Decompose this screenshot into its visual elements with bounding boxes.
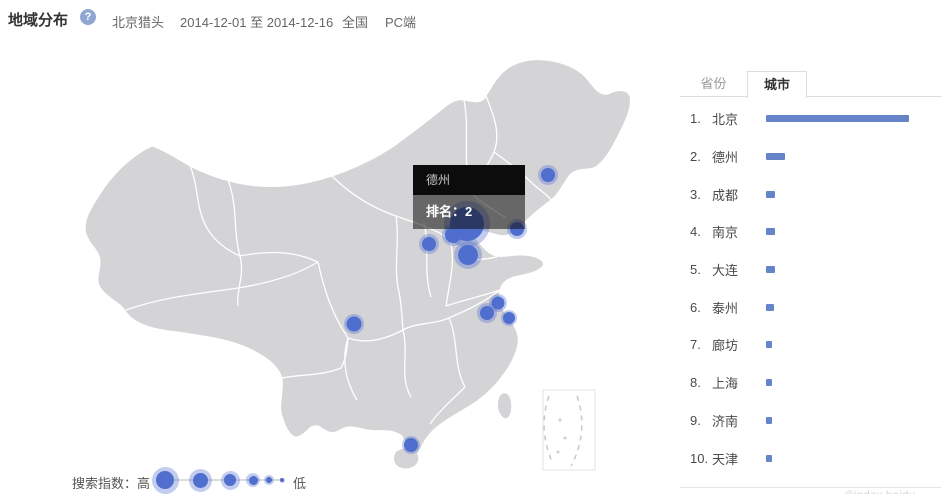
legend-circle-core <box>249 476 258 485</box>
watermark: ©index.baidu <box>845 488 915 494</box>
ranking-bar <box>766 228 775 235</box>
tooltip-rank: 排名：2 <box>413 195 525 229</box>
legend-circle-core <box>156 471 174 489</box>
ranking-rank: 3. <box>690 187 712 202</box>
map-bubble[interactable] <box>541 168 555 182</box>
ranking-bar <box>766 341 772 348</box>
ranking-rank: 9. <box>690 413 712 428</box>
ranking-bar <box>766 455 772 462</box>
ranking-row: 9.济南 <box>680 402 941 440</box>
legend-circle-core <box>224 474 236 486</box>
ranking-city-label: 北京 <box>712 109 766 128</box>
ranking-city-label: 南京 <box>712 222 766 241</box>
ranking-rank: 6. <box>690 300 712 315</box>
ranking-bar <box>766 417 772 424</box>
tab-province[interactable]: 省份 <box>680 70 747 97</box>
legend-low-label: 低 <box>293 473 306 492</box>
ranking-tabs: 省份 城市 <box>680 70 941 97</box>
ranking-row: 2.德州 <box>680 138 941 176</box>
map-tooltip: 德州 排名：2 <box>413 165 525 229</box>
ranking-city-label: 济南 <box>712 411 766 430</box>
ranking-row: 6.泰州 <box>680 288 941 326</box>
ranking-row: 10.天津 <box>680 439 941 477</box>
south-china-sea-inset <box>543 390 595 470</box>
ranking-row: 3.成都 <box>680 175 941 213</box>
map-bubble[interactable] <box>404 438 418 452</box>
map-bubble[interactable] <box>445 227 461 243</box>
ranking-bar <box>766 266 775 273</box>
ranking-city-label: 上海 <box>712 373 766 392</box>
legend-circle-core <box>193 473 208 488</box>
ranking-city-label: 天津 <box>712 449 766 468</box>
legend-high-label: 搜索指数：高 <box>72 473 150 492</box>
taiwan-island <box>498 393 511 418</box>
city-ranking-list: 1.北京2.德州3.成都4.南京5.大连6.泰州7.廊坊8.上海9.济南10.天… <box>680 100 941 477</box>
map-bubble[interactable] <box>492 297 505 310</box>
map-bubble[interactable] <box>347 317 362 332</box>
ranking-row: 7.廊坊 <box>680 326 941 364</box>
map-bubble[interactable] <box>458 245 478 265</box>
ranking-bar <box>766 115 909 122</box>
ranking-rank: 8. <box>690 375 712 390</box>
ranking-row: 4.南京 <box>680 213 941 251</box>
ranking-bar <box>766 191 775 198</box>
tab-city[interactable]: 城市 <box>747 71 807 98</box>
ranking-bar <box>766 379 772 386</box>
ranking-city-label: 泰州 <box>712 298 766 317</box>
ranking-bar <box>766 153 785 160</box>
ranking-row: 8.上海 <box>680 364 941 402</box>
ranking-row: 5.大连 <box>680 251 941 289</box>
ranking-city-label: 德州 <box>712 147 766 166</box>
ranking-rank: 2. <box>690 149 712 164</box>
ranking-bar <box>766 304 774 311</box>
ranking-city-label: 廊坊 <box>712 335 766 354</box>
ranking-rank: 1. <box>690 111 712 126</box>
ranking-rank: 10. <box>690 451 712 466</box>
map-bubble[interactable] <box>422 237 436 251</box>
geo-distribution-module: 地域分布 ? 北京猎头 2014-12-01 至 2014-12-16 全国 P… <box>0 0 945 494</box>
ranking-rank: 7. <box>690 337 712 352</box>
ranking-city-label: 成都 <box>712 185 766 204</box>
ranking-city-label: 大连 <box>712 260 766 279</box>
ranking-row: 1.北京 <box>680 100 941 138</box>
ranking-rank: 5. <box>690 262 712 277</box>
ranking-rank: 4. <box>690 224 712 239</box>
map-bubble[interactable] <box>503 312 515 324</box>
tooltip-city: 德州 <box>413 165 525 195</box>
china-mainland <box>85 60 630 470</box>
